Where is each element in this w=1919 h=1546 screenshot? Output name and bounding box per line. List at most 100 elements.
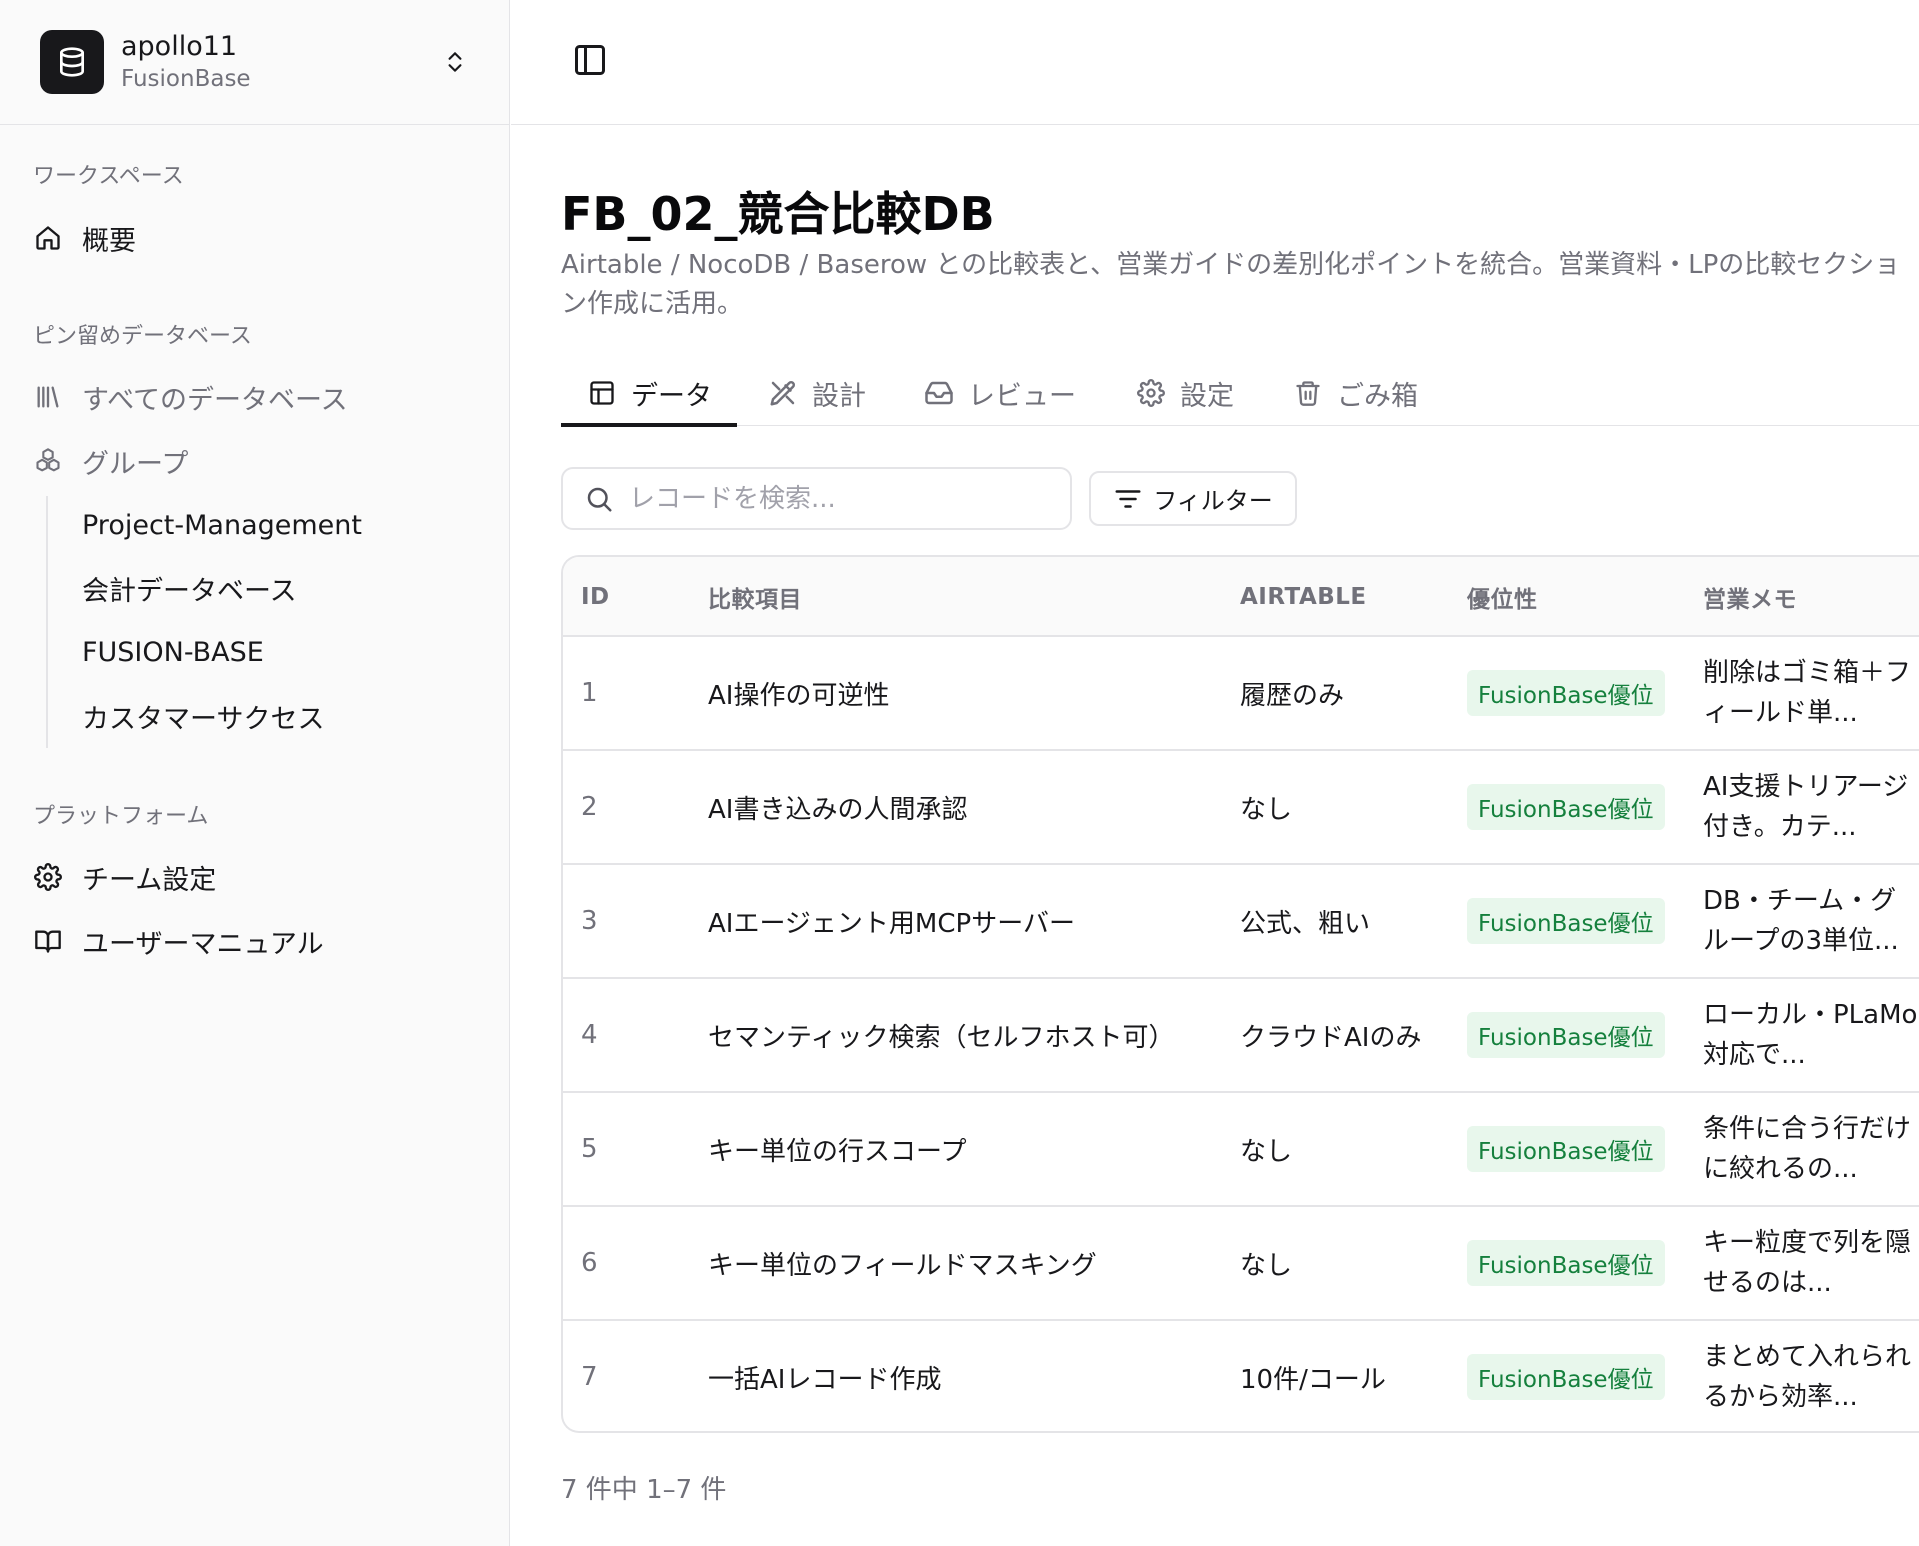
cell-advantage: FusionBase優位 [1467,1207,1665,1319]
sidebar-item-group[interactable]: グループ [33,439,188,483]
book-open-icon [33,926,63,956]
cell-id: 3 [581,906,598,936]
memo-text: キー粒度で列を隠せるのは... [1703,1228,1912,1298]
pinned-section-label: ピン留めデータベース [33,324,252,349]
cell-item: AIエージェント用MCPサーバー [708,908,1075,939]
filter-button[interactable]: フィルター [1089,471,1297,526]
advantage-badge: FusionBase優位 [1467,784,1665,830]
memo-text: DB・チーム・グループの3単位... [1703,886,1899,956]
column-header-item[interactable]: 比較項目 [708,557,802,637]
cell-memo: 削除はゴミ箱＋フィールド単... [1703,637,1919,749]
cell-memo: 条件に合う行だけに絞れるの... [1703,1093,1919,1205]
tab-label: 設定 [1180,380,1234,412]
sidebar-item-overview[interactable]: 概要 [33,216,136,260]
cell-advantage: FusionBase優位 [1467,865,1665,977]
cell-memo: DB・チーム・グループの3単位... [1703,865,1919,977]
records-table: ID 比較項目 AIRTABLE 優位性 営業メモ 1 AI操作の可逆性 履歴の… [561,555,1919,1433]
team-name: apollo11 [121,31,238,62]
advantage-badge: FusionBase優位 [1467,1240,1665,1286]
table-row[interactable]: 2 AI書き込みの人間承認 なし FusionBase優位 AI支援トリアージ付… [563,751,1919,865]
cell-airtable: クラウドAIのみ [1240,1022,1422,1053]
sidebar-item-team-settings[interactable]: チーム設定 [33,855,216,899]
cell-advantage: FusionBase優位 [1467,1093,1665,1205]
inbox-icon [923,377,955,409]
cell-id: 6 [581,1248,598,1278]
cell-item: AI操作の可逆性 [708,680,890,711]
table-row[interactable]: 6 キー単位のフィールドマスキング なし FusionBase優位 キー粒度で列… [563,1207,1919,1321]
cell-item: キー単位の行スコープ [708,1136,967,1167]
column-header-advantage[interactable]: 優位性 [1467,557,1538,637]
column-header-id[interactable]: ID [581,557,610,637]
table-row[interactable]: 1 AI操作の可逆性 履歴のみ FusionBase優位 削除はゴミ箱＋フィール… [563,637,1919,751]
tab-trash[interactable]: ごみ箱 [1292,360,1418,426]
cell-advantage: FusionBase優位 [1467,1321,1665,1431]
sidebar-item-label: ユーザーマニュアル [82,928,324,960]
tab-label: データ [631,380,712,412]
sidebar-item-label: チーム設定 [82,864,217,896]
cell-airtable: なし [1240,1136,1293,1167]
chevrons-up-down-icon[interactable] [441,46,469,78]
cell-item: 一括AIレコード作成 [708,1364,942,1395]
boxes-icon [33,446,63,476]
cell-airtable: 10件/コール [1240,1364,1386,1395]
search-icon [583,483,615,515]
cell-memo: まとめて入れられるから効率... [1703,1321,1919,1431]
sidebar-item-user-manual[interactable]: ユーザーマニュアル [33,919,324,963]
tab-label: レビュー [968,380,1076,412]
cell-airtable: なし [1240,1250,1293,1281]
cell-item: AI書き込みの人間承認 [708,794,968,825]
home-icon [33,223,63,253]
group-item-project-management[interactable]: Project-Management [82,503,362,547]
cell-id: 4 [581,1020,598,1050]
cell-advantage: FusionBase優位 [1467,637,1665,749]
database-icon [40,30,104,94]
tab-review[interactable]: レビュー [923,360,1076,426]
search-box [561,467,1072,530]
cell-memo: AI支援トリアージ付き。カテ... [1703,751,1919,863]
panel-left-icon [572,42,608,82]
sidebar-item-label: 概要 [82,225,136,257]
group-item-accounting[interactable]: 会計データベース [82,566,297,610]
cell-id: 1 [581,678,598,708]
tab-bar: データ 設計 レビュー 設定 ごみ箱 [561,360,1919,427]
sidebar-item-all-databases[interactable]: すべてのデータベース [33,375,348,419]
cell-memo: ローカル・PLaMo対応で... [1703,979,1919,1091]
table-row[interactable]: 5 キー単位の行スコープ なし FusionBase優位 条件に合う行だけに絞れ… [563,1093,1919,1207]
column-header-airtable[interactable]: AIRTABLE [1240,557,1367,637]
gear-icon [1135,377,1167,409]
cell-airtable: なし [1240,794,1293,825]
workspace-section-label: ワークスペース [33,164,184,189]
group-tree-line [46,496,48,748]
tab-label: 設計 [812,380,866,412]
tab-data[interactable]: データ [561,360,737,427]
table-row[interactable]: 7 一括AIレコード作成 10件/コール FusionBase優位 まとめて入れ… [563,1321,1919,1431]
group-item-customer-success[interactable]: カスタマーサクセス [82,694,324,738]
team-switcher[interactable]: apollo11 FusionBase [0,0,509,125]
gear-icon [33,862,63,892]
sidebar-item-label: グループ [82,448,189,480]
advantage-badge: FusionBase優位 [1467,1126,1665,1172]
sidebar-item-label: すべてのデータベース [82,384,348,416]
table-row[interactable]: 4 セマンティック検索（セルフホスト可） クラウドAIのみ FusionBase… [563,979,1919,1093]
cell-id: 5 [581,1134,598,1164]
group-item-fusion-base[interactable]: FUSION-BASE [82,630,264,674]
cell-advantage: FusionBase優位 [1467,751,1665,863]
memo-text: 削除はゴミ箱＋フィールド単... [1703,658,1912,728]
cell-id: 2 [581,792,598,822]
page-description: Airtable / NocoDB / Baserow との比較表と、営業ガイド… [561,250,1901,319]
cell-advantage: FusionBase優位 [1467,979,1665,1091]
pagination-summary: 7 件中 1–7 件 [561,1475,727,1505]
topbar [511,0,1919,125]
advantage-badge: FusionBase優位 [1467,898,1665,944]
search-input[interactable] [629,483,1049,514]
trash-icon [1292,377,1324,409]
table-body: 1 AI操作の可逆性 履歴のみ FusionBase優位 削除はゴミ箱＋フィール… [563,637,1919,1431]
tab-settings[interactable]: 設定 [1135,360,1234,426]
design-icon [767,377,799,409]
table-row[interactable]: 3 AIエージェント用MCPサーバー 公式、粗い FusionBase優位 DB… [563,865,1919,979]
sidebar-toggle-button[interactable] [570,42,610,82]
column-header-memo[interactable]: 営業メモ [1703,557,1797,637]
sidebar: apollo11 FusionBase ワークスペース 概要 ピン留めデータベー… [0,0,510,1546]
advantage-badge: FusionBase優位 [1467,1012,1665,1058]
tab-design[interactable]: 設計 [767,360,866,426]
